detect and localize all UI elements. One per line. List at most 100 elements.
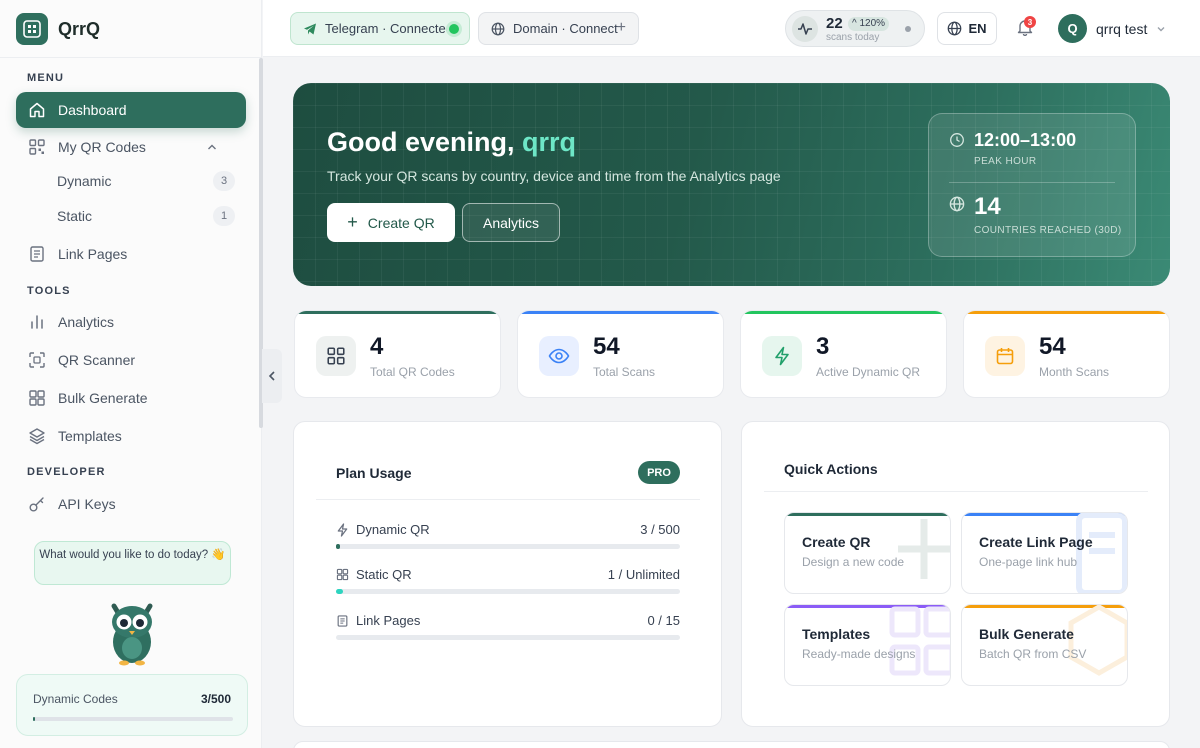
sidebar-collapse-button[interactable] (262, 349, 282, 403)
grid-icon (29, 390, 45, 406)
dynamic-codes-progress-fill (33, 717, 36, 721)
sidebar-item-templates[interactable]: Templates (16, 418, 246, 454)
stat-card-total-scans[interactable]: 54 Total Scans (517, 310, 724, 398)
stat-label: Month Scans (1039, 365, 1110, 379)
stat-value: 54 (1039, 333, 1066, 360)
menu-section-label: MENU (27, 72, 65, 84)
greeting-username: qrrq (522, 127, 577, 157)
dynamic-codes-usage-card: Dynamic Codes 3/500 (16, 674, 248, 736)
usage-progress (336, 544, 680, 549)
globe-icon (948, 21, 962, 36)
tools-section-label: TOOLS (27, 285, 71, 297)
stat-card-month-scans[interactable]: 54 Month Scans (963, 310, 1170, 398)
sidebar-item-bulk-generate[interactable]: Bulk Generate (16, 380, 246, 416)
quick-actions-panel: Quick Actions Create QR Design a new cod… (741, 421, 1170, 727)
usage-value: 3 / 500 (640, 522, 680, 537)
globe-icon (491, 22, 505, 35)
grid-icon (336, 568, 349, 581)
stat-card-active-dynamic-qr[interactable]: 3 Active Dynamic QR (740, 310, 947, 398)
document-icon (337, 614, 348, 627)
sidebar-item-analytics[interactable]: Analytics (16, 304, 246, 340)
usage-label: Link Pages (356, 613, 421, 628)
scans-today-widget[interactable]: 22 ^ 120% scans today (785, 10, 925, 47)
sidebar-subitem-static[interactable]: Static 1 (57, 202, 235, 230)
scan-icon (29, 352, 45, 368)
lightning-icon (337, 522, 348, 537)
analytics-button[interactable]: Analytics (462, 203, 560, 242)
language-switcher[interactable]: EN (937, 12, 997, 45)
quick-action-subtitle: Design a new code (802, 555, 905, 569)
usage-progress-fill (336, 589, 343, 594)
qr-grid-icon (29, 139, 45, 155)
usage-value: 1 / Unlimited (607, 567, 680, 582)
document-icon (30, 246, 44, 262)
quick-action-create-qr[interactable]: Create QR Design a new code (784, 512, 951, 594)
plus-icon: + (347, 212, 358, 232)
sidebar-item-label: Templates (58, 428, 122, 444)
create-qr-button[interactable]: + Create QR (327, 203, 455, 242)
sidebar-item-my-qr-codes[interactable]: My QR Codes (16, 129, 246, 165)
usage-label: Dynamic QR (356, 522, 430, 537)
sidebar-item-api-keys[interactable]: API Keys (16, 486, 246, 522)
language-label: EN (968, 21, 987, 36)
chevron-up-icon[interactable] (206, 141, 218, 153)
dynamic-codes-value: 3/500 (200, 692, 231, 706)
telegram-status-button[interactable]: Telegram · Connected (290, 12, 470, 45)
welcome-hero-banner: Good evening, qrrq Track your QR scans b… (293, 83, 1170, 286)
stat-value: 3 (816, 333, 830, 360)
greeting-title: Good evening, qrrq (327, 127, 576, 158)
eye-icon (539, 336, 579, 376)
usage-progress (336, 589, 680, 594)
sidebar-item-label: My QR Codes (58, 139, 146, 155)
telegram-icon (304, 23, 316, 34)
sidebar: QrrQ MENU Dashboard My QR Codes Dynamic … (0, 0, 263, 748)
usage-label: Static QR (356, 567, 412, 582)
create-qr-label: Create QR (367, 214, 435, 231)
quick-action-templates[interactable]: Templates Ready-made designs (784, 604, 951, 686)
peak-hour-label: PEAK HOUR (974, 156, 1037, 167)
avatar[interactable]: Q (1058, 14, 1087, 43)
sidebar-item-label: Link Pages (58, 246, 128, 262)
app-logo[interactable]: QrrQ (16, 13, 100, 45)
quick-action-subtitle: Ready-made designs (802, 647, 916, 661)
sidebar-subitem-label: Dynamic (57, 173, 112, 189)
quick-action-title: Create QR (802, 534, 871, 550)
countries-value: 14 (974, 193, 1001, 220)
assistant-speech-bubble[interactable]: What would you like to do today? 👋 (34, 541, 231, 585)
qr-grid-icon (316, 336, 356, 376)
notification-count-badge: 3 (1024, 16, 1036, 28)
quick-action-title: Bulk Generate (979, 626, 1074, 642)
sidebar-item-dashboard[interactable]: Dashboard (16, 92, 246, 128)
quick-action-create-link-page[interactable]: Create Link Page One-page link hub (961, 512, 1128, 594)
scans-today-label: scans today (826, 32, 880, 43)
scans-today-count: 22 (826, 15, 843, 32)
chevron-down-icon[interactable] (1156, 24, 1166, 34)
next-panel (293, 741, 1170, 748)
lightning-icon (762, 336, 802, 376)
hexagon-icon (1068, 605, 1127, 676)
username[interactable]: qrrq test (1096, 21, 1147, 37)
app-name: QrrQ (58, 18, 101, 39)
sidebar-item-label: Dashboard (58, 102, 127, 118)
greeting-text: Good evening, (327, 127, 523, 157)
stat-value: 4 (370, 333, 384, 360)
sidebar-item-label: Bulk Generate (58, 390, 148, 406)
globe-icon (949, 196, 965, 212)
sidebar-subitem-dynamic[interactable]: Dynamic 3 (57, 167, 235, 195)
calendar-icon (985, 336, 1025, 376)
sidebar-item-qr-scanner[interactable]: QR Scanner (16, 342, 246, 378)
sidebar-item-link-pages[interactable]: Link Pages (16, 236, 246, 272)
domain-connect-button[interactable]: Domain · Connect + (478, 12, 639, 45)
stat-card-total-qr-codes[interactable]: 4 Total QR Codes (294, 310, 501, 398)
pro-plan-badge[interactable]: PRO (638, 461, 680, 484)
quick-actions-title: Quick Actions (784, 461, 878, 477)
domain-status-label: Domain · Connect (513, 21, 618, 36)
usage-progress (336, 635, 680, 640)
telegram-status-label: Telegram · Connected (325, 21, 453, 36)
countries-label: COUNTRIES REACHED (30D) (974, 225, 1122, 236)
quick-action-bulk-generate[interactable]: Bulk Generate Batch QR from CSV (961, 604, 1128, 686)
plan-usage-panel: Plan Usage PRO Dynamic QR 3 / 500 Static… (293, 421, 722, 727)
owl-mascot-icon[interactable] (104, 598, 160, 666)
dynamic-codes-label: Dynamic Codes (33, 692, 118, 706)
sidebar-item-label: API Keys (58, 496, 116, 512)
